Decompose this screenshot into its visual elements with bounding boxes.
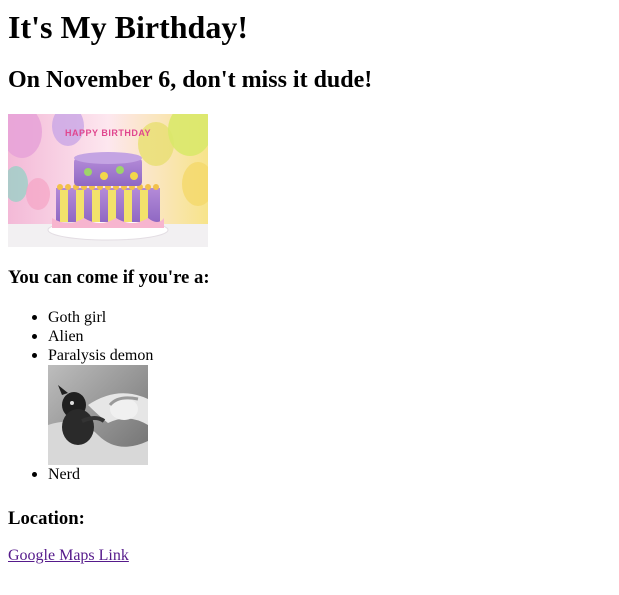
location-heading: Location: bbox=[8, 508, 85, 529]
guest-list: Goth girl Alien Paralysis demon Nerd bbox=[8, 308, 153, 484]
guest-label: Nerd bbox=[48, 466, 80, 483]
google-maps-link[interactable]: Google Maps Link bbox=[8, 546, 129, 565]
page-subtitle: On November 6, don't miss it dude! bbox=[8, 67, 373, 93]
paralysis-demon-image bbox=[48, 365, 148, 465]
guest-label: Goth girl bbox=[48, 309, 107, 326]
list-item: Alien bbox=[31, 327, 153, 346]
guest-label: Alien bbox=[48, 328, 84, 345]
invite-heading: You can come if you're a: bbox=[8, 267, 210, 288]
page-title: It's My Birthday! bbox=[8, 9, 248, 45]
list-item: Paralysis demon bbox=[31, 346, 154, 465]
birthday-cake-image: HAPPY BIRTHDAY bbox=[8, 114, 208, 247]
list-item: Goth girl bbox=[31, 308, 153, 327]
svg-text:HAPPY BIRTHDAY: HAPPY BIRTHDAY bbox=[65, 128, 151, 138]
list-item: Nerd bbox=[31, 465, 153, 484]
guest-label: Paralysis demon bbox=[48, 347, 154, 364]
